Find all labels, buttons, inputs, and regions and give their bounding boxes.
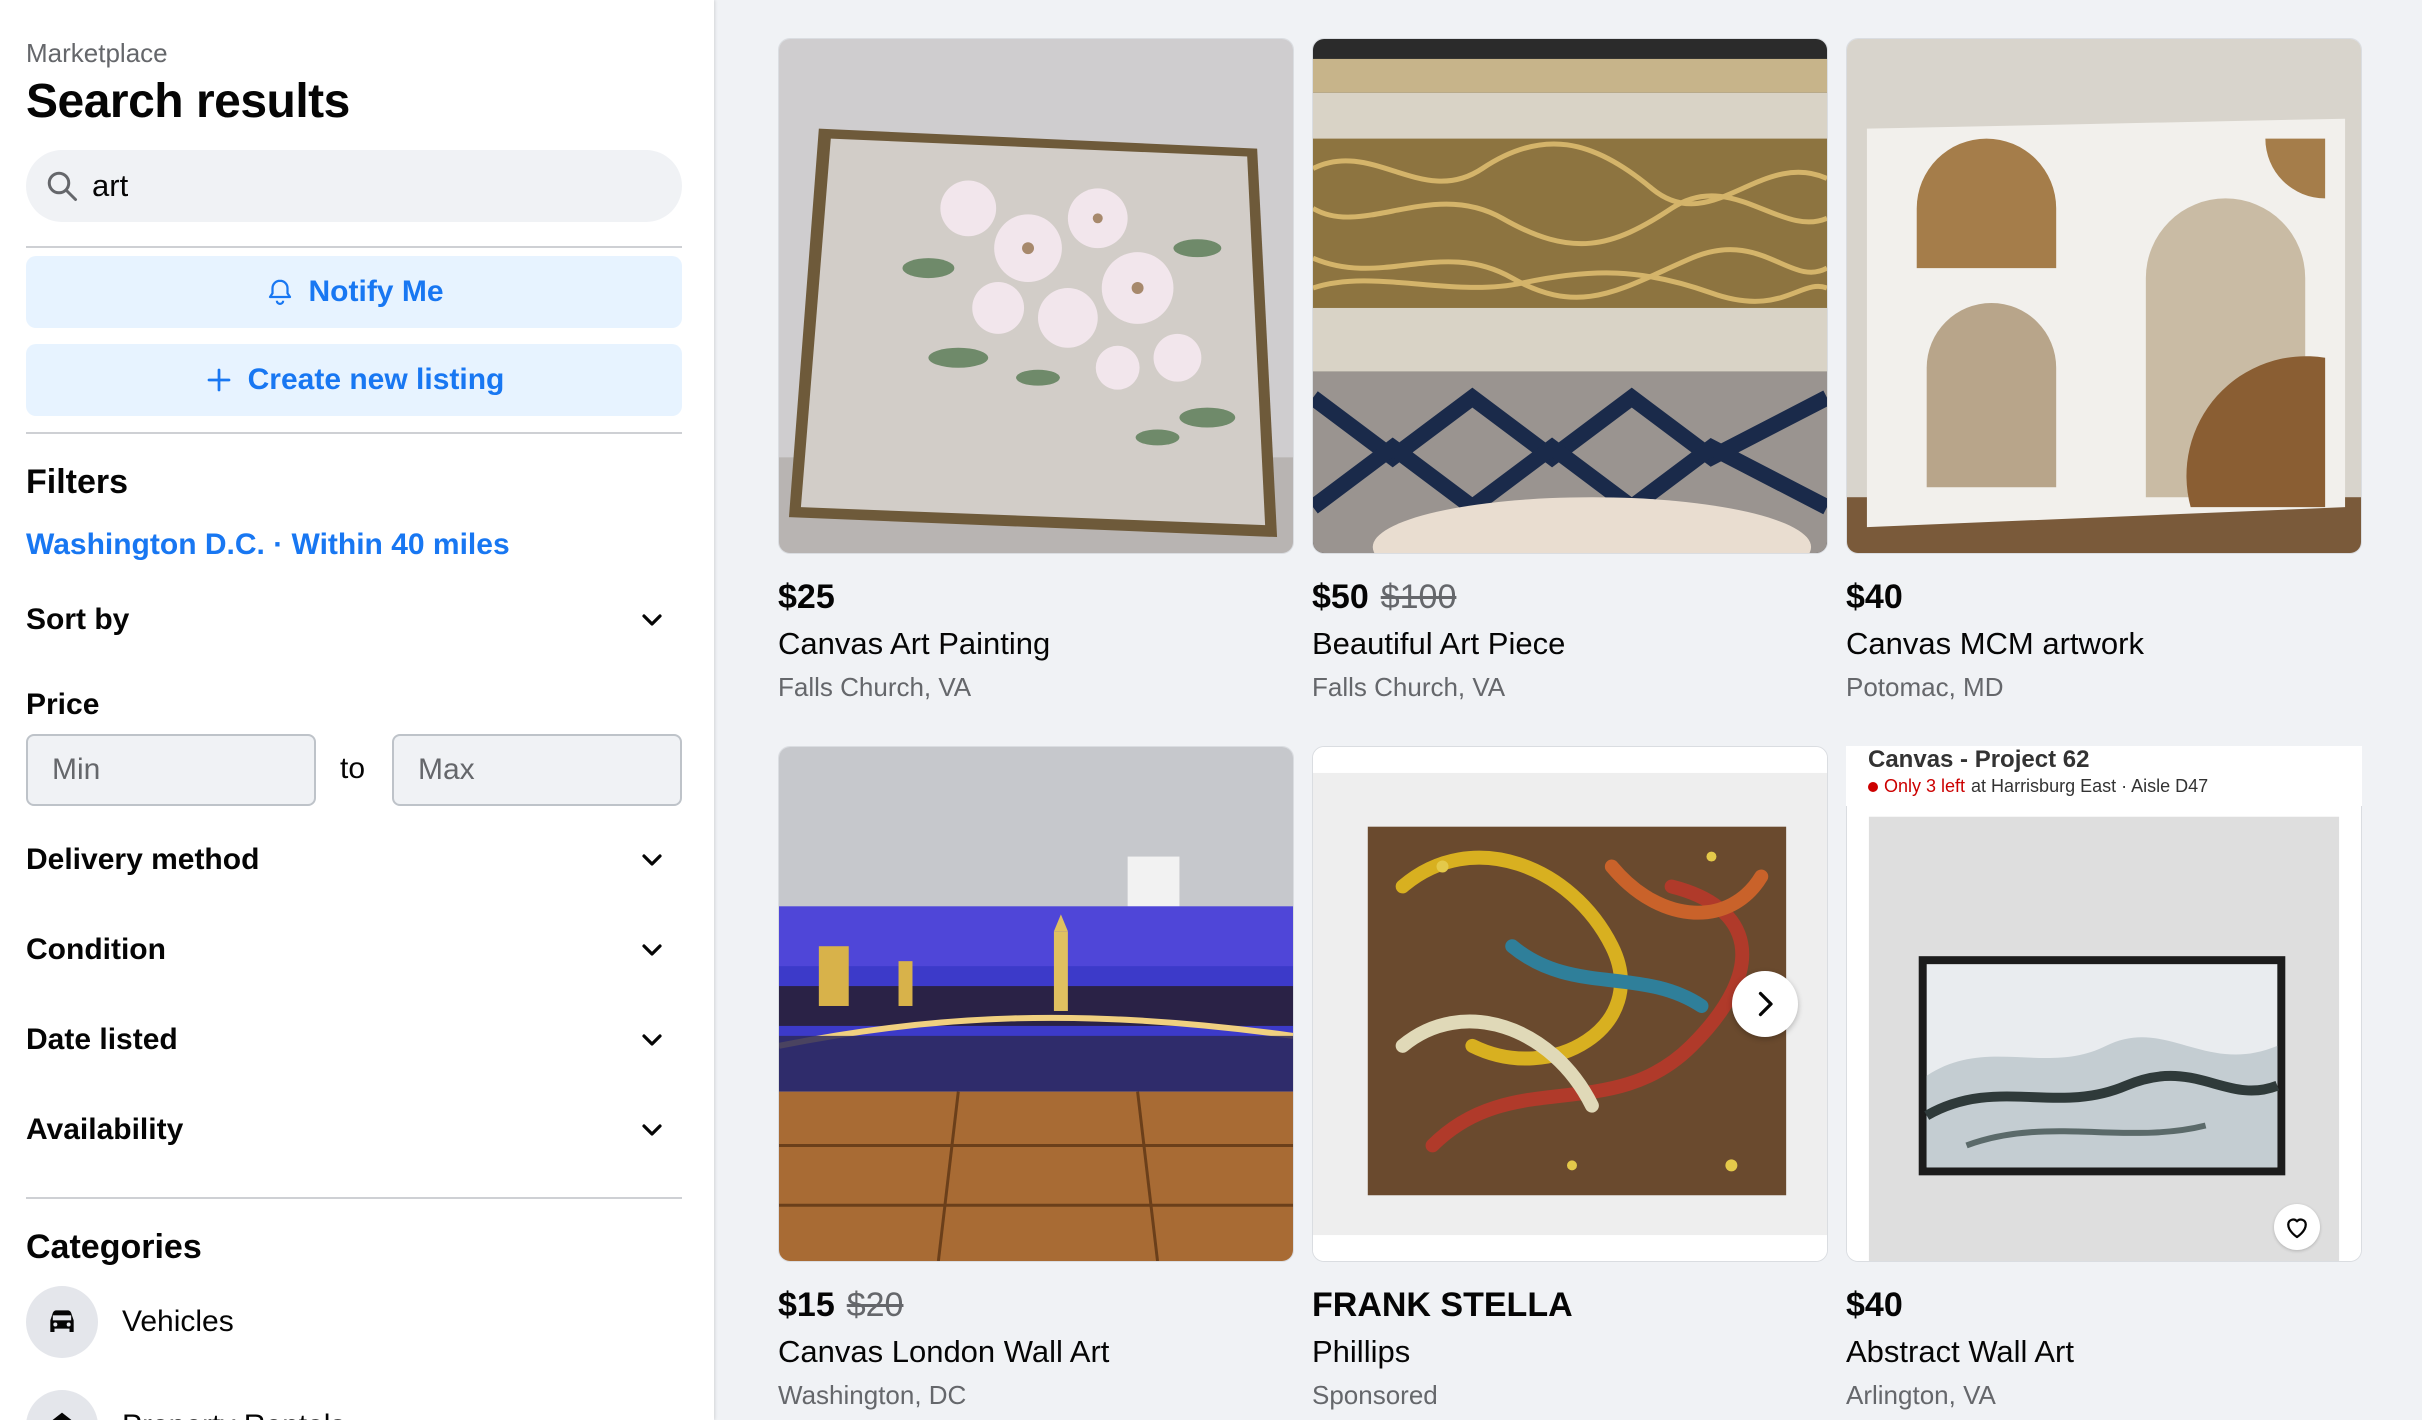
availability-label: Availability [26,1113,184,1146]
listing-location: Falls Church, VA [1312,672,1506,702]
listing-price-current: $50 [1312,578,1369,616]
listing-price-current: $15 [778,1286,835,1324]
price-to-label: to [340,752,366,785]
breadcrumb[interactable]: Marketplace [26,38,168,69]
stock-dot-icon [1868,781,1878,792]
listing-price-current: $40 [1846,1286,1903,1324]
listing-price-old: $100 [1380,578,1457,616]
divider [26,432,682,434]
sidebar: Marketplace Search results Notify Me Cre… [0,0,714,1420]
banner-stock: Only 3 left at Harrisburg East · Aisle D… [1868,776,2208,797]
sponsored-advertiser: Phillips [1312,1334,1411,1369]
listing-title: Canvas MCM artwork [1846,626,2144,661]
create-listing-button[interactable]: Create new listing [26,344,682,416]
sort-by-label: Sort by [26,603,130,636]
listing-title: Abstract Wall Art [1846,1334,2074,1369]
chevron-down-icon [642,614,662,626]
store-location: at Harrisburg East · Aisle D47 [1971,776,2209,796]
delivery-method-label: Delivery method [26,843,260,876]
listing-price-current: $40 [1846,578,1903,616]
listing-price: $40 [1846,578,1915,617]
category-vehicles[interactable]: Vehicles [26,1286,234,1358]
category-label: Vehicles [122,1305,234,1338]
notify-me-button[interactable]: Notify Me [26,256,682,328]
car-icon [26,1286,98,1358]
sort-by-dropdown[interactable]: Sort by [26,590,682,650]
listing-location: Potomac, MD [1846,672,2004,702]
heart-icon [2287,1218,2307,1239]
listing-location: Arlington, VA [1846,1380,1996,1410]
filters-heading: Filters [26,463,129,501]
divider [26,1197,682,1199]
listing-photo[interactable] [778,746,1294,1262]
create-listing-label: Create new listing [247,363,505,396]
price-max-input[interactable] [392,734,682,806]
listing-photo[interactable] [778,38,1294,554]
home-icon [26,1390,98,1420]
price-min-input[interactable] [26,734,316,806]
listing-price: $25 [778,578,847,617]
save-favorite-button[interactable] [2274,1204,2320,1250]
listing-price-old: $20 [846,1286,904,1324]
search-box[interactable] [26,150,682,222]
condition-label: Condition [26,933,166,966]
chevron-down-icon [642,944,662,956]
listing-photo[interactable] [1846,38,2362,554]
chevron-down-icon [642,854,662,866]
notify-me-label: Notify Me [308,275,444,308]
next-image-button[interactable] [1732,971,1798,1037]
date-listed-label: Date listed [26,1023,178,1056]
listing-title: Canvas London Wall Art [778,1334,1110,1369]
delivery-method-dropdown[interactable]: Delivery method [26,830,682,890]
divider [26,246,682,248]
sponsored-title: FRANK STELLA [1312,1286,1573,1324]
listing-price: $40 [1846,1286,1915,1325]
chevron-down-icon [642,1034,662,1046]
chevron-right-icon [1758,991,1773,1017]
listing-location: Falls Church, VA [778,672,972,702]
sponsored-label: Sponsored [1312,1380,1438,1410]
category-property-rentals[interactable]: Property Rentals [26,1390,345,1420]
store-banner: Canvas - Project 62 Only 3 left at Harri… [1846,746,2362,806]
price-label: Price [26,688,100,721]
search-input[interactable] [92,168,652,204]
listing-location: Washington, DC [778,1380,967,1410]
search-icon [47,171,77,201]
location-filter-link[interactable]: Washington D.C. · Within 40 miles [26,528,510,562]
banner-product-name: Canvas - Project 62 [1868,746,2090,773]
chevron-down-icon [642,1124,662,1136]
marketplace-page: Marketplace Search results Notify Me Cre… [0,0,2422,1420]
stock-count: Only 3 left [1884,776,1966,796]
category-label: Property Rentals [122,1409,345,1420]
plus-icon [207,368,230,392]
listing-price: $50 $100 [1312,578,1456,617]
condition-dropdown[interactable]: Condition [26,920,682,980]
listing-photo[interactable] [1846,746,2362,1262]
listing-photo[interactable] [1312,38,1828,554]
page-title: Search results [26,75,350,128]
date-listed-dropdown[interactable]: Date listed [26,1010,682,1070]
availability-dropdown[interactable]: Availability [26,1100,682,1160]
listing-title: Canvas Art Painting [778,626,1051,661]
listing-price: $15 $20 [778,1286,903,1325]
listing-title: Beautiful Art Piece [1312,626,1566,661]
bell-icon [268,279,291,305]
listing-price-current: $25 [778,578,835,616]
categories-heading: Categories [26,1228,202,1266]
